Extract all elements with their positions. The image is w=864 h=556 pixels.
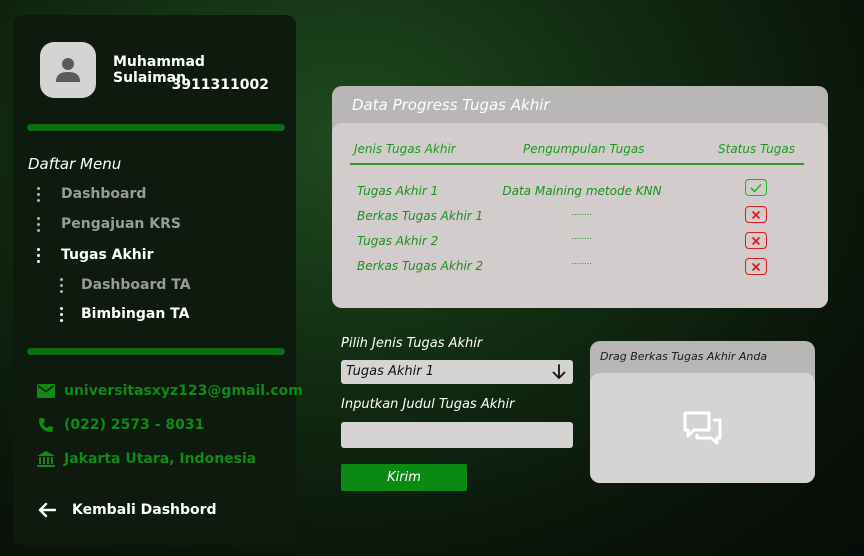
progress-table: Jenis Tugas Akhir Pengumpulan Tugas Stat… [332,123,828,308]
upload-title: Drag Berkas Tugas Akhir Anda [600,350,768,363]
table-cell-jenis: Tugas Akhir 1 [357,184,439,198]
back-to-dashboard-link[interactable]: Kembali Dashbord [37,500,217,520]
sidebar-item-label: Dashboard TA [81,277,191,293]
sidebar-item-pengajuan-krs[interactable]: Pengajuan KRS [32,216,181,232]
arrow-down-icon [551,363,567,381]
arrow-left-icon [37,500,57,520]
progress-title: Data Progress Tugas Akhir [352,96,550,114]
table-cell-pengumpulan: ........ [571,257,593,266]
table-cell-pengumpulan: ........ [571,232,593,241]
table-cell-jenis: Berkas Tugas Akhir 1 [357,209,484,223]
contact-email: universitasxyz123@gmail.com [37,382,303,400]
table-header-divider [350,163,804,165]
phone-icon [37,416,55,434]
jenis-tugas-select[interactable]: Tugas Akhir 1 [341,360,573,384]
table-header-pengumpulan: Pengumpulan Tugas [523,142,645,156]
sidebar-item-label: Bimbingan TA [81,306,190,322]
contact-address-text: Jakarta Utara, Indonesia [64,451,257,467]
dots-icon [32,216,44,232]
table-header-status: Status Tugas [718,142,796,156]
table-cell-pengumpulan: Data Maining metode KNN [502,184,662,198]
sidebar-subitem-dashboard-ta[interactable]: Dashboard TA [55,277,191,293]
sidebar-item-label: Tugas Akhir [61,247,154,263]
sidebar-item-label: Pengajuan KRS [61,216,181,232]
table-cell-pengumpulan: ........ [571,208,593,217]
select-label: Pilih Jenis Tugas Akhir [341,336,483,351]
sidebar-item-label: Dashboard [61,186,147,202]
progress-card: Data Progress Tugas Akhir Jenis Tugas Ak… [332,86,828,308]
divider [27,348,285,355]
dots-icon [32,247,44,263]
status-pending-icon [745,232,767,249]
contact-email-text: universitasxyz123@gmail.com [64,383,303,399]
select-value: Tugas Akhir 1 [346,364,435,379]
sidebar-subitem-bimbingan-ta[interactable]: Bimbingan TA [55,306,189,322]
kirim-button[interactable]: Kirim [341,464,467,491]
dots-icon [55,277,67,293]
upload-dropzone[interactable] [590,373,815,483]
status-pending-icon [745,206,767,223]
upload-card: Drag Berkas Tugas Akhir Anda [590,341,815,483]
contact-phone: (022) 2573 - 8031 [37,416,204,434]
menu-title: Daftar Menu [28,155,122,173]
user-id: 3911311002 [171,77,269,93]
mail-icon [37,382,55,400]
sidebar: Muhammad Sulaiman 3911311002 Daftar Menu… [13,15,303,545]
sidebar-item-dashboard[interactable]: Dashboard [32,186,146,202]
contact-phone-text: (022) 2573 - 8031 [64,417,205,433]
table-cell-jenis: Tugas Akhir 2 [357,234,439,248]
avatar[interactable] [40,42,96,98]
table-header-jenis: Jenis Tugas Akhir [354,142,456,156]
dots-icon [55,306,67,322]
status-done-icon [745,179,767,196]
dots-icon [32,186,44,202]
judul-input[interactable] [341,422,573,448]
user-icon [56,58,80,82]
judul-label: Inputkan Judul Tugas Akhir [341,397,515,412]
bank-icon [37,450,55,468]
back-label: Kembali Dashbord [72,502,217,518]
contact-address: Jakarta Utara, Indonesia [37,450,256,468]
chat-bubbles-icon [683,411,721,445]
sidebar-item-tugas-akhir[interactable]: Tugas Akhir [32,247,153,263]
status-pending-icon [745,258,767,275]
table-cell-jenis: Berkas Tugas Akhir 2 [357,259,484,273]
divider [27,124,285,131]
